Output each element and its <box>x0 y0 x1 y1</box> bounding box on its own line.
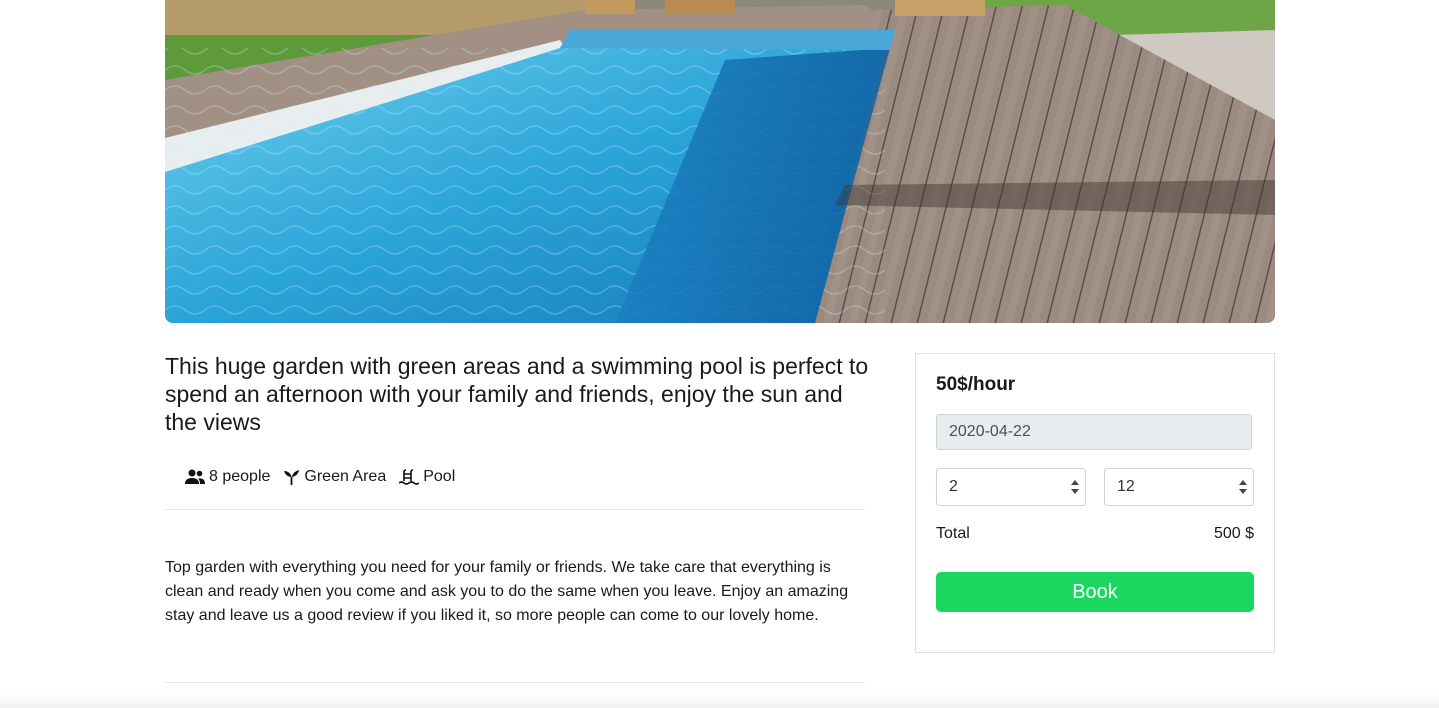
total-value: 500 $ <box>1213 525 1254 542</box>
sprout-icon <box>284 470 300 485</box>
end-hour-value: 12 <box>1117 478 1135 495</box>
select-arrows-icon <box>1071 480 1079 494</box>
listing-title: This huge garden with green areas and a … <box>165 353 869 435</box>
amenity-green-area: Green Area <box>283 468 386 486</box>
book-button[interactable]: Book <box>936 572 1254 612</box>
amenity-people: 8 people <box>185 468 270 486</box>
price-per-hour: 50$/hour <box>936 374 1016 395</box>
divider <box>165 682 865 683</box>
bottom-shadow <box>0 694 1439 708</box>
select-arrows-icon <box>1239 480 1247 494</box>
booking-card: 50$/hour 2 12 Total 500 $ Book <box>915 353 1275 653</box>
date-field[interactable] <box>936 414 1252 450</box>
divider <box>165 509 865 510</box>
amenities-list: 8 people Green Area Pool <box>185 466 468 488</box>
people-icon <box>185 469 205 484</box>
amenity-label: Green Area <box>304 468 387 485</box>
total-label: Total <box>936 525 970 542</box>
hero-image <box>165 0 1275 323</box>
amenity-label: 8 people <box>209 468 271 485</box>
end-hour-select[interactable]: 12 <box>1104 468 1254 506</box>
amenity-pool: Pool <box>399 468 455 486</box>
amenity-label: Pool <box>423 468 456 485</box>
start-hour-select[interactable]: 2 <box>936 468 1086 506</box>
listing-description: Top garden with everything you need for … <box>165 559 849 624</box>
start-hour-value: 2 <box>949 478 958 495</box>
pool-icon <box>399 469 420 485</box>
